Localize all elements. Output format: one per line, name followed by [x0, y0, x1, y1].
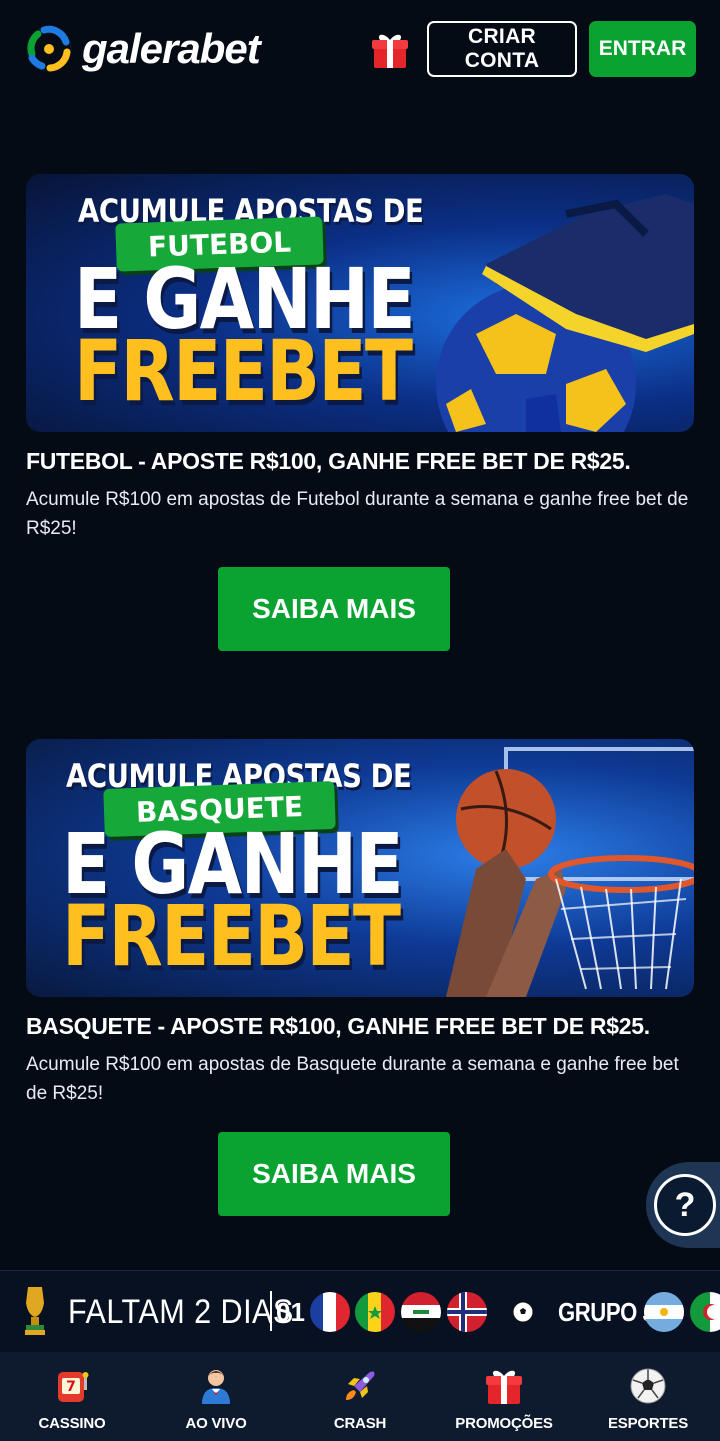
ticker-number: 01	[276, 1297, 305, 1327]
promo-card-futebol: ACUMULE APOSTAS DE FUTEBOL E GANHE FREEB…	[26, 174, 694, 543]
logo-mark-icon	[26, 25, 72, 72]
top-header: galerabet CRIAR CONTA ENTRAR	[0, 0, 720, 100]
login-button[interactable]: ENTRAR	[589, 21, 696, 77]
help-button[interactable]: ?	[654, 1174, 716, 1236]
banner-freebet: FREEBET	[74, 322, 413, 420]
create-account-button[interactable]: CRIAR CONTA	[427, 21, 577, 77]
trophy-icon	[25, 1287, 45, 1335]
nav-item-esportes[interactable]: ESPORTES	[576, 1352, 720, 1441]
bottom-nav: 7 CASSINO AO VIVO CRASH PROMOÇÕES ESPORT…	[0, 1352, 720, 1441]
world-cup-ticker[interactable]: FALTAM 2 DIAS 01 GRUPO J	[0, 1270, 720, 1352]
flag-algeria-icon	[690, 1292, 720, 1332]
gift-icon[interactable]	[370, 30, 410, 70]
svg-text:7: 7	[66, 1379, 76, 1395]
flag-iraq-icon	[401, 1292, 441, 1332]
promo-title: BASQUETE - APOSTE R$100, GANHE FREE BET …	[26, 1013, 650, 1039]
promo-card-basquete: ACUMULE APOSTAS DE BASQUETE E GANHE FREE…	[26, 739, 694, 1108]
saiba-mais-button[interactable]: SAIBA MAIS	[218, 1132, 450, 1216]
flag-france-icon	[310, 1292, 350, 1332]
nav-label: CASSINO	[38, 1415, 106, 1432]
logo[interactable]: galerabet	[24, 24, 261, 74]
help-widget: ?	[646, 1162, 720, 1248]
gift-icon	[486, 1370, 522, 1404]
soccer-ball-icon	[630, 1368, 666, 1404]
group-label: GRUPO J	[558, 1297, 655, 1327]
dealer-icon	[202, 1370, 230, 1404]
soccer-ball-cleat-image	[436, 194, 694, 432]
promo-banner-basquete[interactable]: ACUMULE APOSTAS DE BASQUETE E GANHE FREE…	[26, 739, 694, 997]
promo-banner-futebol[interactable]: ACUMULE APOSTAS DE FUTEBOL E GANHE FREEB…	[26, 174, 694, 432]
nav-label: CRASH	[333, 1415, 387, 1432]
countdown-text: FALTAM 2 DIAS	[68, 1293, 294, 1331]
nav-item-crash[interactable]: CRASH	[288, 1352, 432, 1441]
rocket-icon	[346, 1371, 375, 1400]
flag-senegal-icon	[355, 1292, 395, 1332]
flag-norway-icon	[447, 1292, 487, 1332]
flag-argentina-icon	[644, 1292, 684, 1332]
promo-title: FUTEBOL - APOSTE R$100, GANHE FREE BET D…	[26, 448, 631, 474]
banner-freebet: FREEBET	[62, 887, 401, 985]
basketball-hoop-image	[446, 747, 694, 997]
saiba-mais-button[interactable]: SAIBA MAIS	[218, 567, 450, 651]
ticker-divider	[270, 1291, 272, 1331]
nav-item-cassino[interactable]: 7 CASSINO	[0, 1352, 144, 1441]
nav-label: ESPORTES	[607, 1415, 689, 1432]
nav-label: PROMOÇÕES	[455, 1415, 553, 1432]
promo-description: Acumule R$100 em apostas de Futebol dura…	[26, 489, 689, 539]
nav-item-promocoes[interactable]: PROMOÇÕES	[432, 1352, 576, 1441]
promo-description: Acumule R$100 em apostas de Basquete dur…	[26, 1054, 679, 1104]
nav-label: AO VIVO	[185, 1415, 247, 1432]
logo-text: galerabet	[82, 25, 261, 72]
soccer-ball-icon	[512, 1301, 534, 1323]
nav-item-ao-vivo[interactable]: AO VIVO	[144, 1352, 288, 1441]
slot-machine-icon: 7	[58, 1372, 89, 1402]
